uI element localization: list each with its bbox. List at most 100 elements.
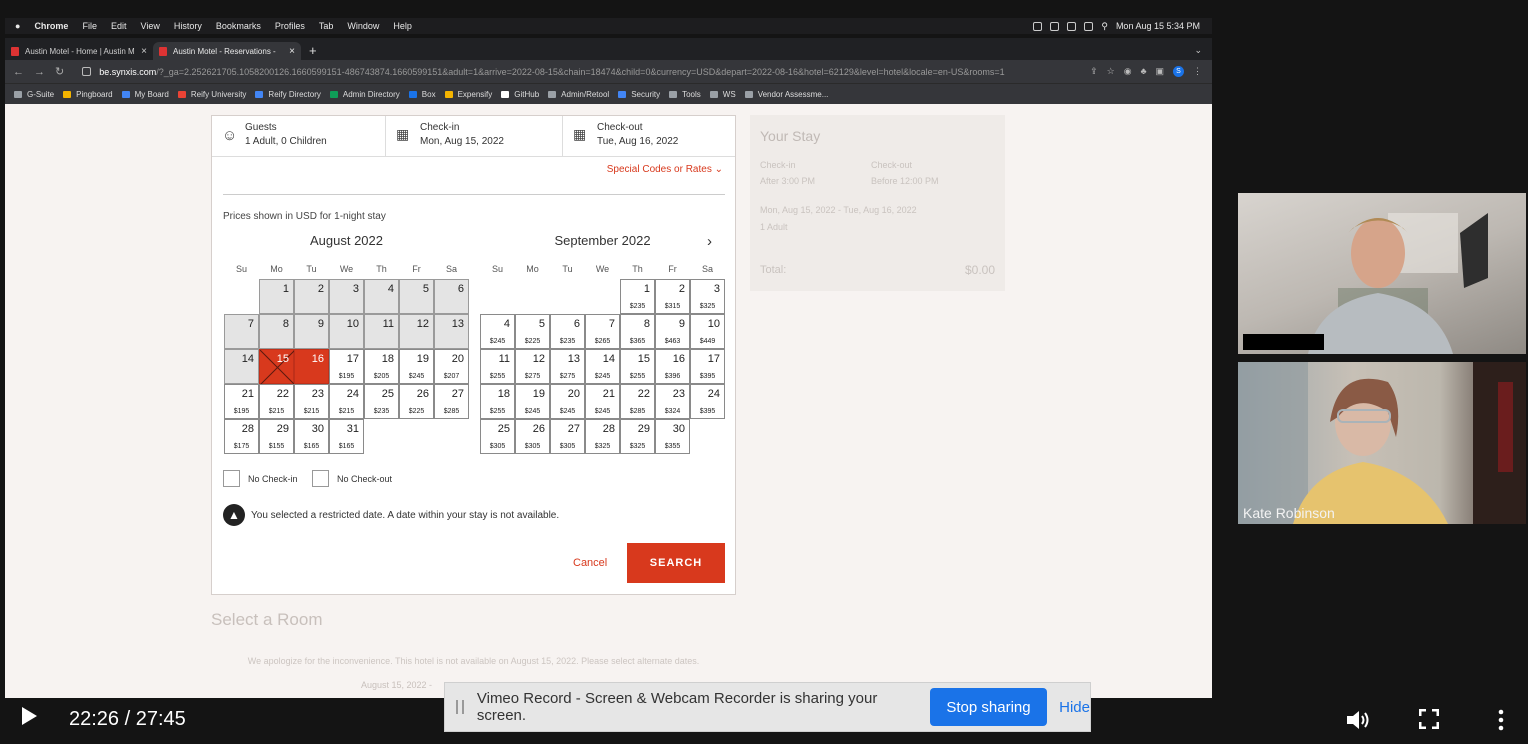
bookmark-item[interactable]: My Board: [121, 90, 169, 99]
calendar-day[interactable]: 26 $225: [399, 384, 434, 419]
calendar-day[interactable]: 1: [259, 279, 294, 314]
more-options-icon[interactable]: [1496, 708, 1506, 732]
calendar-day[interactable]: 20 $207: [434, 349, 469, 384]
calendar-day[interactable]: 29 $325: [620, 419, 655, 454]
checkout-field[interactable]: ▦ Check-out Tue, Aug 16, 2022: [563, 116, 735, 157]
status-icon[interactable]: [1050, 21, 1060, 31]
calendar-day[interactable]: 3 $325: [690, 279, 725, 314]
play-icon[interactable]: [22, 707, 37, 725]
wifi-icon[interactable]: [1084, 21, 1094, 31]
calendar-day[interactable]: 5: [399, 279, 434, 314]
calendar-day[interactable]: 27 $285: [434, 384, 469, 419]
search-button[interactable]: SEARCH: [627, 543, 725, 583]
calendar-day[interactable]: 20 $245: [550, 384, 585, 419]
status-icon[interactable]: [1033, 21, 1043, 31]
calendar-day[interactable]: 24 $395: [690, 384, 725, 419]
stop-sharing-button[interactable]: Stop sharing: [929, 688, 1048, 726]
menubar-item[interactable]: Edit: [111, 21, 127, 31]
hide-button[interactable]: Hide: [1059, 699, 1090, 716]
calendar-day[interactable]: 28 $175: [224, 419, 259, 454]
bookmark-item[interactable]: Tools: [669, 90, 701, 99]
search-icon[interactable]: ⚲: [1101, 21, 1108, 32]
volume-icon[interactable]: [1345, 708, 1371, 732]
new-tab-icon[interactable]: +: [309, 43, 317, 58]
browser-tab-active[interactable]: Austin Motel - Reservations - ×: [153, 42, 301, 60]
next-month-chevron-icon[interactable]: ›: [707, 233, 712, 250]
apple-icon[interactable]: ●: [15, 21, 20, 31]
calendar-day[interactable]: 22 $285: [620, 384, 655, 419]
calendar-day[interactable]: 7: [224, 314, 259, 349]
calendar-day[interactable]: 18 $205: [364, 349, 399, 384]
cancel-button[interactable]: Cancel: [573, 557, 607, 569]
nav-buttons[interactable]: ←→↻: [13, 65, 74, 78]
drag-handle-icon[interactable]: [456, 700, 464, 714]
calendar-day[interactable]: 25 $305: [480, 419, 515, 454]
bookmark-item[interactable]: Admin/Retool: [548, 90, 609, 99]
calendar-day[interactable]: 17 $395: [690, 349, 725, 384]
guests-field[interactable]: ☺ Guests 1 Adult, 0 Children: [212, 116, 386, 157]
menubar-item[interactable]: Profiles: [275, 21, 305, 31]
calendar-day[interactable]: 21 $195: [224, 384, 259, 419]
extension-icon[interactable]: ◉: [1124, 66, 1132, 77]
profile-avatar[interactable]: S: [1173, 66, 1184, 77]
calendar-day[interactable]: 15 $255: [620, 349, 655, 384]
menu-kebab-icon[interactable]: ⋮: [1193, 66, 1202, 77]
calendar-day[interactable]: 28 $325: [585, 419, 620, 454]
checkin-field[interactable]: ▦ Check-in Mon, Aug 15, 2022: [386, 116, 563, 157]
close-tab-icon[interactable]: ×: [141, 46, 147, 57]
calendar-day[interactable]: 13 $275: [550, 349, 585, 384]
calendar-day[interactable]: 2: [294, 279, 329, 314]
menubar-item[interactable]: View: [140, 21, 159, 31]
close-tab-icon[interactable]: ×: [289, 46, 295, 57]
bookmark-item[interactable]: Pingboard: [63, 90, 113, 99]
sidepanel-icon[interactable]: ▣: [1155, 66, 1164, 77]
calendar-day[interactable]: 18 $255: [480, 384, 515, 419]
calendar-day[interactable]: 30 $165: [294, 419, 329, 454]
calendar-day[interactable]: 13: [434, 314, 469, 349]
calendar-day[interactable]: 8: [259, 314, 294, 349]
menubar-item[interactable]: Help: [393, 21, 412, 31]
calendar-day[interactable]: 14: [224, 349, 259, 384]
bookmark-item[interactable]: Reify University: [177, 90, 246, 99]
bookmark-item[interactable]: Vendor Assessme...: [744, 90, 828, 99]
bookmark-item[interactable]: WS: [709, 90, 736, 99]
calendar-day[interactable]: 4: [364, 279, 399, 314]
url-input[interactable]: be.synxis.com /?_ga=2.252621705.10582001…: [82, 64, 1082, 79]
calendar-day[interactable]: 23 $324: [655, 384, 690, 419]
calendar-day[interactable]: 24 $215: [329, 384, 364, 419]
calendar-day[interactable]: 27 $305: [550, 419, 585, 454]
calendar-day[interactable]: 15: [259, 349, 295, 385]
calendar-day[interactable]: 19 $245: [515, 384, 550, 419]
calendar-day[interactable]: 3: [329, 279, 364, 314]
calendar-day[interactable]: 10 $449: [690, 314, 725, 349]
calendar-day[interactable]: 11 $255: [480, 349, 515, 384]
bookmark-item[interactable]: GitHub: [501, 90, 539, 99]
bookmark-star-icon[interactable]: ☆: [1107, 66, 1115, 77]
calendar-day[interactable]: 23 $215: [294, 384, 329, 419]
tab-search-chevron-icon[interactable]: ⌄: [1194, 45, 1202, 56]
fullscreen-icon[interactable]: [1419, 709, 1439, 729]
calendar-day[interactable]: 17 $195: [329, 349, 364, 384]
calendar-day[interactable]: 7 $265: [585, 314, 620, 349]
calendar-day[interactable]: 19 $245: [399, 349, 434, 384]
calendar-day[interactable]: 11: [364, 314, 399, 349]
calendar-day[interactable]: 6: [434, 279, 469, 314]
menubar-item[interactable]: Bookmarks: [216, 21, 261, 31]
calendar-day[interactable]: 5 $225: [515, 314, 550, 349]
calendar-day[interactable]: 10: [329, 314, 364, 349]
calendar-day[interactable]: 16: [294, 349, 329, 384]
calendar-day[interactable]: 30 $355: [655, 419, 690, 454]
calendar-day[interactable]: 12 $275: [515, 349, 550, 384]
calendar-day[interactable]: 16 $396: [655, 349, 690, 384]
calendar-day[interactable]: 2 $315: [655, 279, 690, 314]
menubar-item[interactable]: Chrome: [34, 21, 68, 31]
calendar-day[interactable]: 12: [399, 314, 434, 349]
bookmark-item[interactable]: Box: [408, 90, 436, 99]
calendar-day[interactable]: 21 $245: [585, 384, 620, 419]
menubar-item[interactable]: File: [82, 21, 97, 31]
calendar-day[interactable]: 6 $235: [550, 314, 585, 349]
calendar-day[interactable]: 26 $305: [515, 419, 550, 454]
calendar-day[interactable]: 9 $463: [655, 314, 690, 349]
menubar-clock[interactable]: Mon Aug 15 5:34 PM: [1116, 21, 1200, 31]
calendar-day[interactable]: 31 $165: [329, 419, 364, 454]
